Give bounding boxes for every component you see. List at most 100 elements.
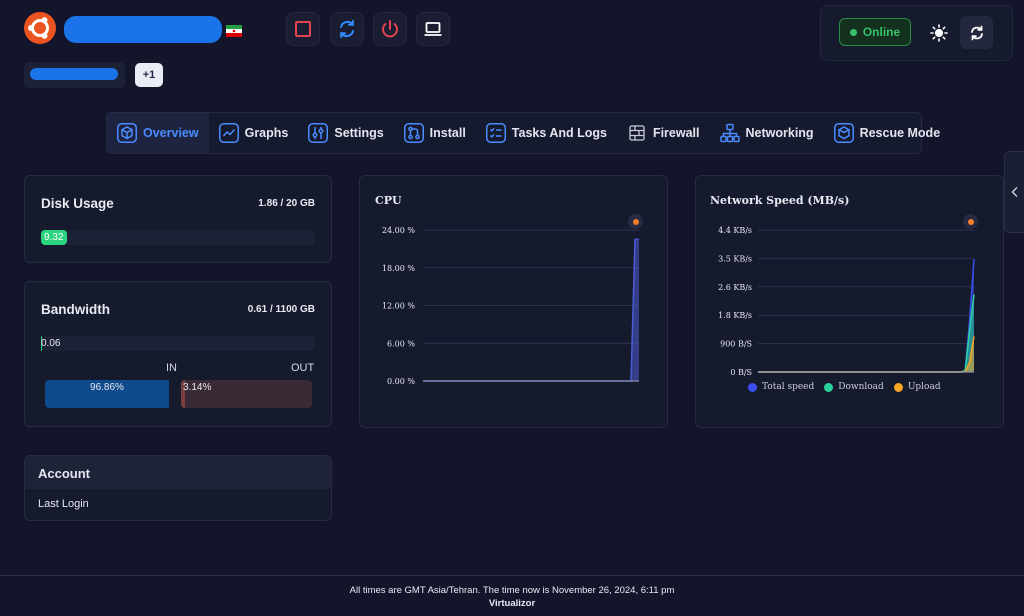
- vnc-icon: [424, 22, 442, 36]
- footer-brand: Virtualizor: [488, 598, 536, 609]
- series-area-2: [758, 336, 974, 372]
- y-tick-label: 900 B/S: [720, 340, 752, 349]
- bandwidth-value: 0.61 / 1100 GB: [247, 304, 315, 315]
- tab-rescue-mode-label: Rescue Mode: [859, 126, 941, 140]
- power-off-button[interactable]: [373, 12, 407, 46]
- cube-icon: [117, 123, 137, 143]
- chevron-left-icon: [1010, 186, 1018, 198]
- disk-usage-value: 1.86 / 20 GB: [258, 198, 315, 209]
- y-tick-label: 2.6 KB/s: [718, 283, 752, 292]
- footer: All times are GMT Asia/Tehran. The time …: [0, 584, 1024, 610]
- status-label: Online: [862, 25, 901, 39]
- tasks-icon: [485, 123, 506, 143]
- cpu-chart-card: CPU 24.00 % 18.00 % 12.00 % 6.00 % 0.00 %: [359, 175, 668, 428]
- status-dot-icon: [849, 28, 857, 36]
- tab-install[interactable]: Install: [394, 113, 476, 153]
- legend-dot-icon: [748, 382, 757, 392]
- rescue-icon: [833, 123, 854, 143]
- sidebar-toggle[interactable]: [1004, 151, 1024, 233]
- legend-download-label: Download: [838, 382, 884, 392]
- legend-download[interactable]: Download: [824, 382, 884, 392]
- theme-toggle[interactable]: [928, 22, 950, 44]
- legend-total-speed[interactable]: Total speed: [748, 382, 814, 392]
- stop-button[interactable]: [286, 12, 320, 46]
- series-line-0: [423, 238, 639, 382]
- legend-upload-label: Upload: [907, 382, 941, 392]
- bandwidth-in-bar: 96.86%: [45, 380, 173, 408]
- tab-settings[interactable]: Settings: [298, 113, 393, 153]
- vnc-button[interactable]: [416, 12, 450, 46]
- power-off-icon: [382, 20, 398, 38]
- tab-overview-label: Overview: [143, 126, 199, 140]
- y-tick-label: 0 B/S: [730, 368, 752, 377]
- extra-ips-badge[interactable]: +1: [135, 63, 163, 87]
- disk-usage-card: Disk Usage 1.86 / 20 GB 9.32: [24, 175, 332, 263]
- install-icon: [403, 123, 424, 143]
- tab-graphs[interactable]: Graphs: [209, 113, 299, 153]
- bandwidth-out-bar: 3.14%: [181, 380, 312, 408]
- network-chart-legend: Total speed Download Upload: [748, 382, 941, 392]
- series-line-1: [758, 294, 975, 373]
- disk-usage-percent: 9.32: [44, 232, 64, 243]
- y-tick-label: 6.00 %: [387, 339, 415, 348]
- series-line-2: [758, 336, 975, 373]
- bandwidth-out-percent: 3.14%: [183, 382, 212, 393]
- legend-total-speed-label: Total speed: [762, 382, 815, 392]
- status-badge: Online: [839, 18, 911, 46]
- y-tick-label: 24.00 %: [382, 226, 415, 235]
- ip-address-redacted: [30, 68, 118, 80]
- stop-icon: [295, 21, 311, 37]
- tab-rescue-mode[interactable]: Rescue Mode: [824, 113, 951, 153]
- sun-icon: [930, 24, 948, 42]
- footer-time-notice: All times are GMT Asia/Tehran. The time …: [349, 585, 675, 596]
- bandwidth-in-label: IN: [166, 362, 177, 374]
- account-card-header: Account: [24, 455, 332, 490]
- tab-settings-label: Settings: [334, 126, 384, 140]
- disk-usage-bar: 9.32: [41, 230, 315, 245]
- disk-usage-title: Disk Usage: [41, 196, 114, 211]
- bandwidth-card: Bandwidth 0.61 / 1100 GB 0.06 IN OUT 96.…: [24, 281, 332, 427]
- hostname-redacted: [64, 16, 222, 43]
- y-tick-label: 0.00 %: [387, 377, 415, 386]
- restart-icon: [340, 20, 354, 38]
- tab-install-label: Install: [429, 126, 466, 140]
- series-area-0: [423, 239, 639, 381]
- bandwidth-percent: 0.06: [41, 338, 61, 349]
- country-flag-icon: [226, 24, 242, 37]
- network-icon: [719, 123, 740, 143]
- disk-usage-fill: 9.32: [41, 230, 67, 245]
- os-logo-icon: [24, 12, 56, 44]
- restart-button[interactable]: [330, 12, 364, 46]
- line-chart-icon: [218, 123, 239, 143]
- y-tick-label: 18.00 %: [382, 264, 415, 273]
- legend-dot-icon: [824, 382, 834, 392]
- y-tick-label: 4.4 KB/s: [718, 226, 752, 235]
- bandwidth-in-fill: 96.86%: [45, 380, 169, 408]
- tab-firewall[interactable]: Firewall: [617, 113, 710, 153]
- y-tick-label: 12.00 %: [382, 302, 415, 311]
- y-tick-label: 3.5 KB/s: [718, 254, 752, 263]
- bandwidth-bar: 0.06: [41, 336, 315, 351]
- main-nav: Overview Graphs Settings Install Tasks A…: [106, 112, 940, 154]
- tab-overview[interactable]: Overview: [107, 113, 209, 153]
- refresh-button[interactable]: [960, 16, 993, 49]
- bandwidth-in-percent: 96.86%: [90, 382, 124, 393]
- legend-dot-icon: [893, 382, 903, 392]
- bandwidth-title: Bandwidth: [41, 302, 110, 317]
- tab-networking-label: Networking: [745, 126, 814, 140]
- tab-graphs-label: Graphs: [244, 126, 289, 140]
- tab-tasks-and-logs[interactable]: Tasks And Logs: [476, 113, 617, 153]
- cpu-chart-plot: 24.00 % 18.00 % 12.00 % 6.00 % 0.00 %: [382, 226, 639, 386]
- tab-tasks-and-logs-label: Tasks And Logs: [511, 126, 607, 140]
- tab-networking[interactable]: Networking: [710, 113, 824, 153]
- firewall-icon: [629, 125, 645, 141]
- refresh-icon: [970, 25, 983, 40]
- legend-upload[interactable]: Upload: [893, 382, 941, 392]
- bandwidth-out-label: OUT: [291, 362, 315, 374]
- last-login-row: Last Login: [24, 489, 332, 521]
- tab-firewall-label: Firewall: [652, 126, 700, 140]
- network-chart-card: Network Speed (MB/s) 4.4 KB/s 3.5 KB/s 2.6…: [695, 175, 1004, 428]
- y-tick-label: 1.8 KB/s: [718, 311, 752, 320]
- footer-divider: [0, 575, 1024, 576]
- sliders-icon: [308, 123, 329, 143]
